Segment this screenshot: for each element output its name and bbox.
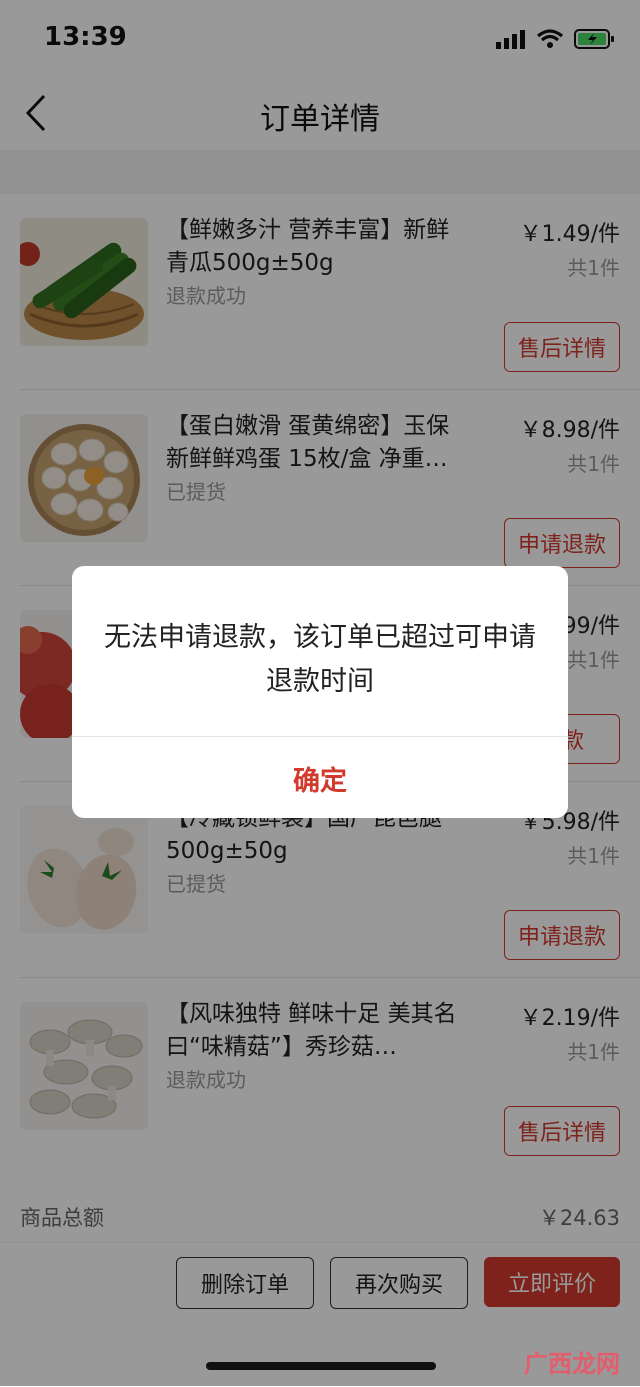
dialog-divider bbox=[72, 736, 568, 737]
dialog-message: 无法申请退款，该订单已超过可申请退款时间 bbox=[104, 622, 536, 697]
confirm-button[interactable]: 确定 bbox=[72, 738, 568, 818]
alert-dialog: 无法申请退款，该订单已超过可申请退款时间 确定 bbox=[72, 566, 568, 818]
home-indicator[interactable] bbox=[206, 1362, 436, 1370]
watermark-logo: 广西龙网 bbox=[524, 1350, 620, 1378]
